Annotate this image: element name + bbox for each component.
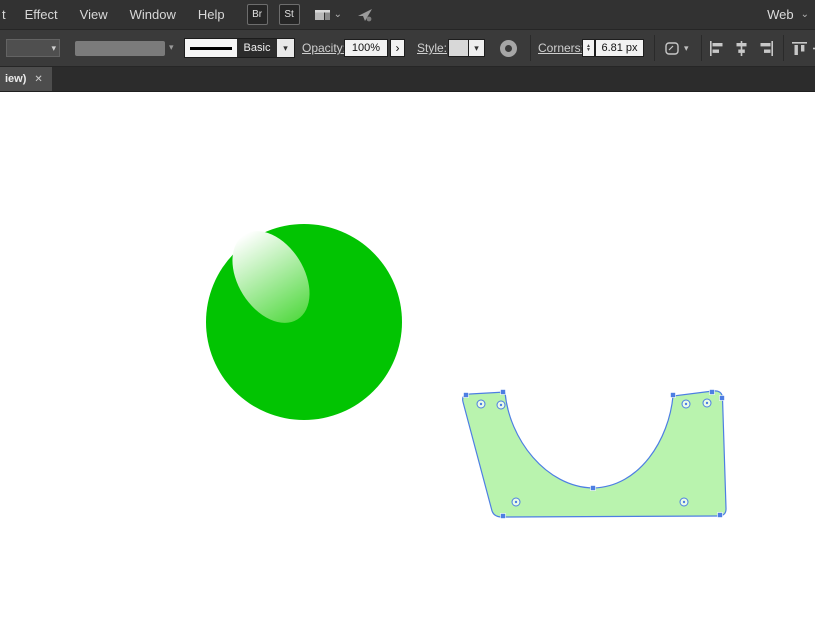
arrange-documents-icon bbox=[314, 9, 330, 20]
anchor-point[interactable] bbox=[709, 389, 715, 395]
opacity-panel-arrow[interactable]: › bbox=[390, 39, 405, 57]
brush-name: Basic bbox=[237, 39, 277, 57]
chevron-down-icon: ▾ bbox=[51, 42, 56, 53]
corners-value: 6.81 px bbox=[601, 42, 638, 54]
anchor-point[interactable] bbox=[590, 485, 596, 491]
separator bbox=[783, 35, 784, 61]
separator bbox=[530, 35, 531, 61]
width-profile-preview[interactable] bbox=[75, 41, 165, 56]
bridge-button[interactable]: Br bbox=[246, 4, 268, 25]
anchor-point[interactable] bbox=[500, 513, 506, 519]
anchor-point[interactable] bbox=[463, 392, 469, 398]
menu-label: Window bbox=[129, 7, 176, 22]
corner-widget-dot bbox=[684, 402, 688, 406]
separator bbox=[654, 35, 655, 61]
menu-item-effect[interactable]: Effect bbox=[14, 0, 69, 29]
chevron-down-icon: ⌄ bbox=[800, 8, 809, 20]
corner-widget-dot bbox=[514, 500, 518, 504]
style-link[interactable]: Style: bbox=[417, 41, 447, 55]
workspace-switcher[interactable]: Web ⌄ bbox=[767, 7, 809, 22]
panel-arrow-icon: › bbox=[395, 41, 400, 55]
stepper-down-icon: ▼ bbox=[586, 47, 591, 53]
align-center-button[interactable] bbox=[733, 40, 750, 57]
chevron-down-icon: ⌄ bbox=[333, 8, 342, 20]
style-swatch bbox=[448, 39, 469, 57]
style-dropdown[interactable]: ▾ bbox=[448, 39, 485, 57]
arrange-documents-button[interactable]: ⌄ bbox=[314, 8, 342, 22]
selected-shape[interactable] bbox=[462, 390, 727, 518]
align-right-button[interactable] bbox=[758, 40, 775, 57]
align-top-button[interactable] bbox=[791, 40, 808, 57]
chevron-down-icon: ▾ bbox=[469, 39, 485, 57]
bridge-label: Br bbox=[252, 9, 263, 20]
chevron-down-icon: ▾ bbox=[277, 39, 294, 57]
opacity-link[interactable]: Opacity: bbox=[302, 41, 346, 55]
shape-options-icon bbox=[665, 42, 679, 55]
menu-item-truncated[interactable]: t bbox=[0, 0, 14, 29]
chevron-down-icon[interactable]: ▾ bbox=[169, 42, 174, 53]
document-tab[interactable]: iew) ✕ bbox=[0, 67, 52, 91]
opacity-input[interactable]: 100% bbox=[344, 39, 388, 57]
stock-button[interactable]: St bbox=[278, 4, 300, 25]
stock-label: St bbox=[284, 9, 294, 20]
corner-widget-dot bbox=[705, 401, 709, 405]
document-tab-title: iew) bbox=[5, 73, 27, 85]
menu-item-help[interactable]: Help bbox=[187, 0, 236, 29]
corner-widget-dot bbox=[479, 402, 483, 406]
shape-options-button[interactable]: ▾ bbox=[664, 40, 689, 57]
corner-widget-dot bbox=[682, 500, 686, 504]
menu-bar: t Effect View Window Help Br St ⌄ Web ⌄ bbox=[0, 0, 815, 29]
artboard-canvas[interactable] bbox=[0, 92, 815, 639]
menu-item-window[interactable]: Window bbox=[119, 0, 187, 29]
menu-label: t bbox=[2, 7, 6, 22]
chevron-down-icon: ▾ bbox=[684, 43, 689, 53]
anchor-point[interactable] bbox=[670, 392, 676, 398]
separator bbox=[701, 35, 702, 61]
menu-label: Help bbox=[197, 7, 225, 22]
brush-stroke-preview bbox=[185, 39, 237, 57]
align-left-button[interactable] bbox=[708, 40, 725, 57]
menu-label: Effect bbox=[24, 7, 58, 22]
brush-definition-dropdown[interactable]: Basic ▾ bbox=[184, 38, 295, 58]
close-icon[interactable]: ✕ bbox=[34, 74, 42, 85]
anchor-point[interactable] bbox=[719, 395, 725, 401]
document-tab-bar: iew) ✕ bbox=[0, 67, 815, 92]
corners-stepper[interactable]: ▲ ▼ bbox=[582, 39, 595, 57]
anchor-point[interactable] bbox=[500, 389, 506, 395]
corners-link[interactable]: Corners: bbox=[538, 41, 584, 55]
brush-line bbox=[190, 46, 232, 50]
opacity-value: 100% bbox=[351, 42, 381, 54]
workspace-label: Web bbox=[767, 7, 794, 22]
stroke-weight-dropdown[interactable]: ▾ bbox=[6, 39, 60, 57]
corner-widget-dot bbox=[499, 403, 503, 407]
corners-input[interactable]: 6.81 px bbox=[595, 39, 644, 57]
control-bar: ▾ ▾ Basic ▾ Opacity: 100% › Style: ▾ Cor… bbox=[0, 29, 815, 67]
paper-plane-icon bbox=[357, 8, 372, 21]
anchor-point[interactable] bbox=[717, 512, 723, 518]
menu-item-view[interactable]: View bbox=[69, 0, 119, 29]
share-button[interactable] bbox=[356, 7, 374, 23]
menu-label: View bbox=[79, 7, 108, 22]
recolor-artwork-icon[interactable] bbox=[500, 40, 517, 57]
